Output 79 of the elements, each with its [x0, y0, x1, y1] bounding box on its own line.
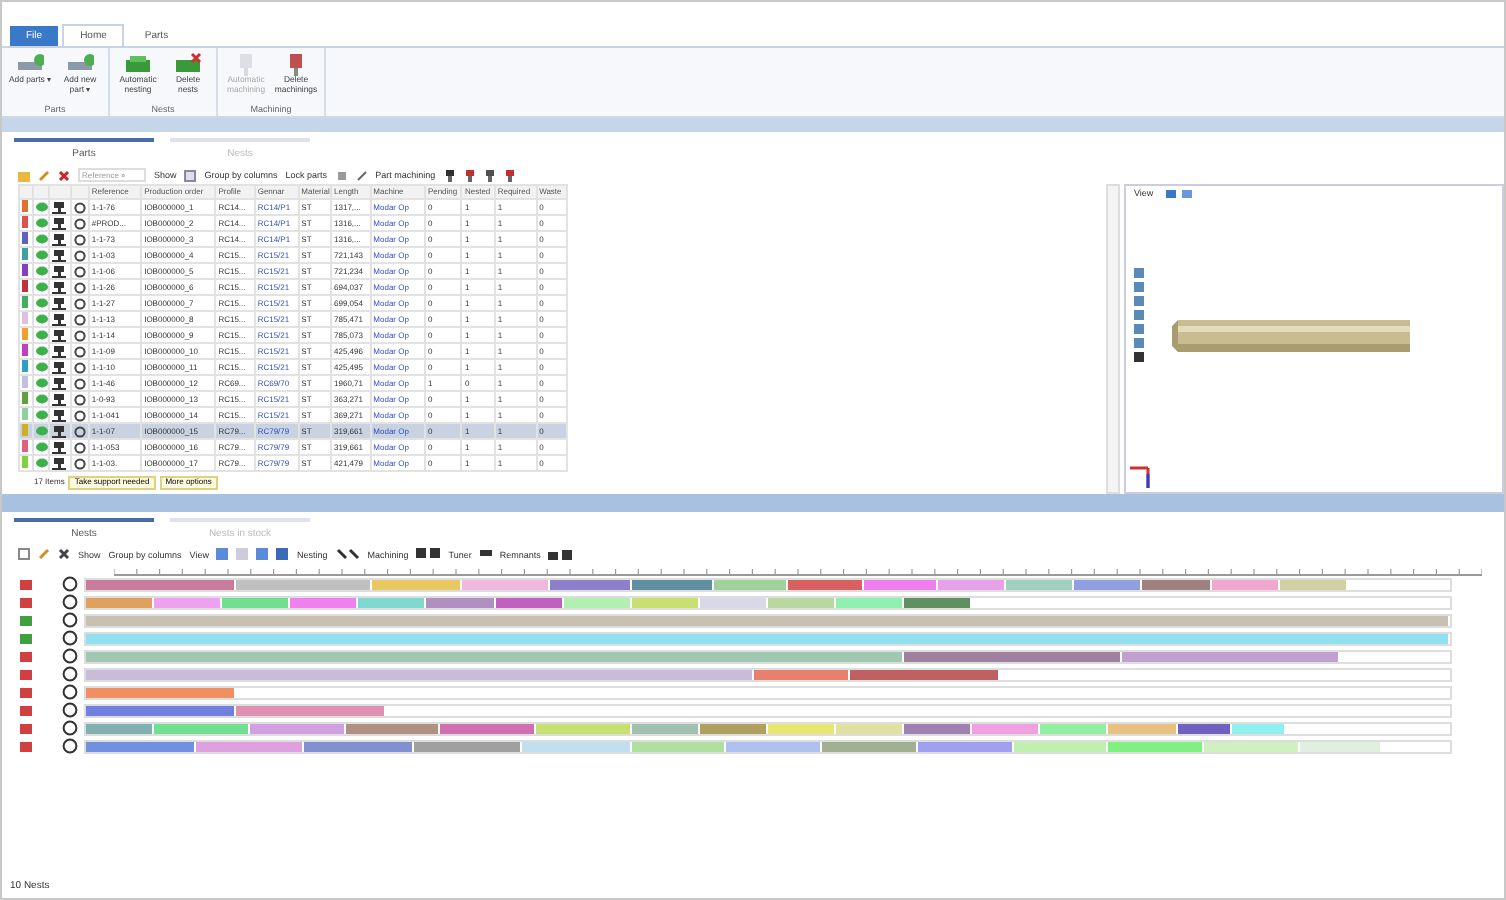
pencil-icon[interactable]	[38, 548, 50, 561]
nest-icon[interactable]	[18, 703, 34, 718]
circle-icon[interactable]	[62, 576, 78, 593]
machine-icon[interactable]	[52, 441, 67, 453]
circle-icon[interactable]	[74, 393, 87, 405]
nest-icon[interactable]	[18, 649, 34, 664]
machine-icon[interactable]	[52, 201, 67, 213]
machine-icon[interactable]	[52, 233, 67, 245]
nest-icon[interactable]	[18, 667, 34, 682]
machine-icon[interactable]	[52, 265, 67, 277]
circle-icon[interactable]	[74, 457, 87, 469]
delete-nests-icon[interactable]	[174, 52, 202, 76]
circle-icon[interactable]	[74, 217, 87, 229]
machine-icon[interactable]	[416, 548, 441, 561]
nest-bar[interactable]	[84, 703, 1452, 718]
parts-icon[interactable]	[16, 52, 44, 76]
nest-icon[interactable]	[18, 613, 34, 628]
circle-icon[interactable]	[74, 377, 87, 389]
nest-icon[interactable]	[18, 721, 34, 736]
circle-icon[interactable]	[62, 702, 78, 719]
circle-icon[interactable]	[74, 265, 87, 277]
nest-icon[interactable]	[124, 52, 152, 76]
parts-icon[interactable]	[66, 52, 94, 76]
circle-icon[interactable]	[62, 612, 78, 629]
circle-icon[interactable]	[74, 345, 87, 357]
circle-icon[interactable]	[62, 666, 78, 683]
circle-icon[interactable]	[74, 281, 87, 293]
circle-icon[interactable]	[62, 648, 78, 665]
machine-icon[interactable]	[52, 281, 67, 293]
machine-icon[interactable]	[52, 361, 67, 373]
machine-icon[interactable]	[463, 169, 476, 181]
nest-bar[interactable]	[84, 721, 1452, 736]
axis-drawing	[1128, 461, 1152, 490]
nest-bar[interactable]	[84, 667, 1452, 682]
pencil-icon[interactable]	[38, 169, 50, 181]
nest-bar[interactable]	[84, 595, 1452, 610]
circle-icon[interactable]	[62, 594, 78, 611]
machine-icon[interactable]	[483, 169, 496, 181]
delete-icon[interactable]	[58, 548, 70, 561]
circle-icon[interactable]	[74, 329, 87, 341]
grid-icon[interactable]	[18, 548, 30, 561]
circle-icon[interactable]	[74, 313, 87, 325]
circle-icon[interactable]	[74, 425, 87, 437]
circle-icon[interactable]	[74, 233, 87, 245]
delete-icon[interactable]	[58, 169, 70, 181]
machine-icon[interactable]	[52, 345, 67, 357]
remnants-icon[interactable]	[548, 548, 573, 561]
circle-icon[interactable]	[62, 630, 78, 647]
nest-icon[interactable]	[18, 685, 34, 700]
machine-icon[interactable]	[443, 169, 456, 181]
circle-icon[interactable]	[74, 441, 87, 453]
machine-icon[interactable]	[52, 409, 67, 421]
circle-icon[interactable]	[74, 361, 87, 373]
circle-icon[interactable]	[74, 249, 87, 261]
circle-icon[interactable]	[74, 201, 87, 213]
machine-icon[interactable]	[52, 313, 67, 325]
machine-icon[interactable]	[52, 297, 67, 309]
nest-bar[interactable]	[84, 577, 1452, 592]
machine-icon[interactable]	[52, 249, 67, 261]
scrollbar[interactable]	[1106, 184, 1120, 494]
nest-icon[interactable]	[18, 631, 34, 646]
machine-icon[interactable]	[52, 425, 67, 437]
machine-icon[interactable]	[52, 457, 67, 469]
nest-icon[interactable]	[18, 577, 34, 592]
view-icon[interactable]	[1166, 188, 1194, 200]
nest-icon[interactable]	[18, 739, 34, 754]
circle-icon[interactable]	[74, 297, 87, 309]
grid-icon[interactable]	[184, 169, 197, 181]
nesting-icon[interactable]	[335, 548, 360, 561]
circle-icon[interactable]	[74, 409, 87, 421]
machine-icon[interactable]	[503, 169, 516, 181]
machine-icon[interactable]	[52, 393, 67, 405]
circle-icon[interactable]	[62, 684, 78, 701]
circle-icon[interactable]	[62, 738, 78, 755]
machine-icon[interactable]	[52, 329, 67, 341]
circle-icon[interactable]	[62, 720, 78, 737]
machine-icon[interactable]	[52, 377, 67, 389]
machine-icon[interactable]	[52, 217, 67, 229]
nest-icon[interactable]	[18, 595, 34, 610]
